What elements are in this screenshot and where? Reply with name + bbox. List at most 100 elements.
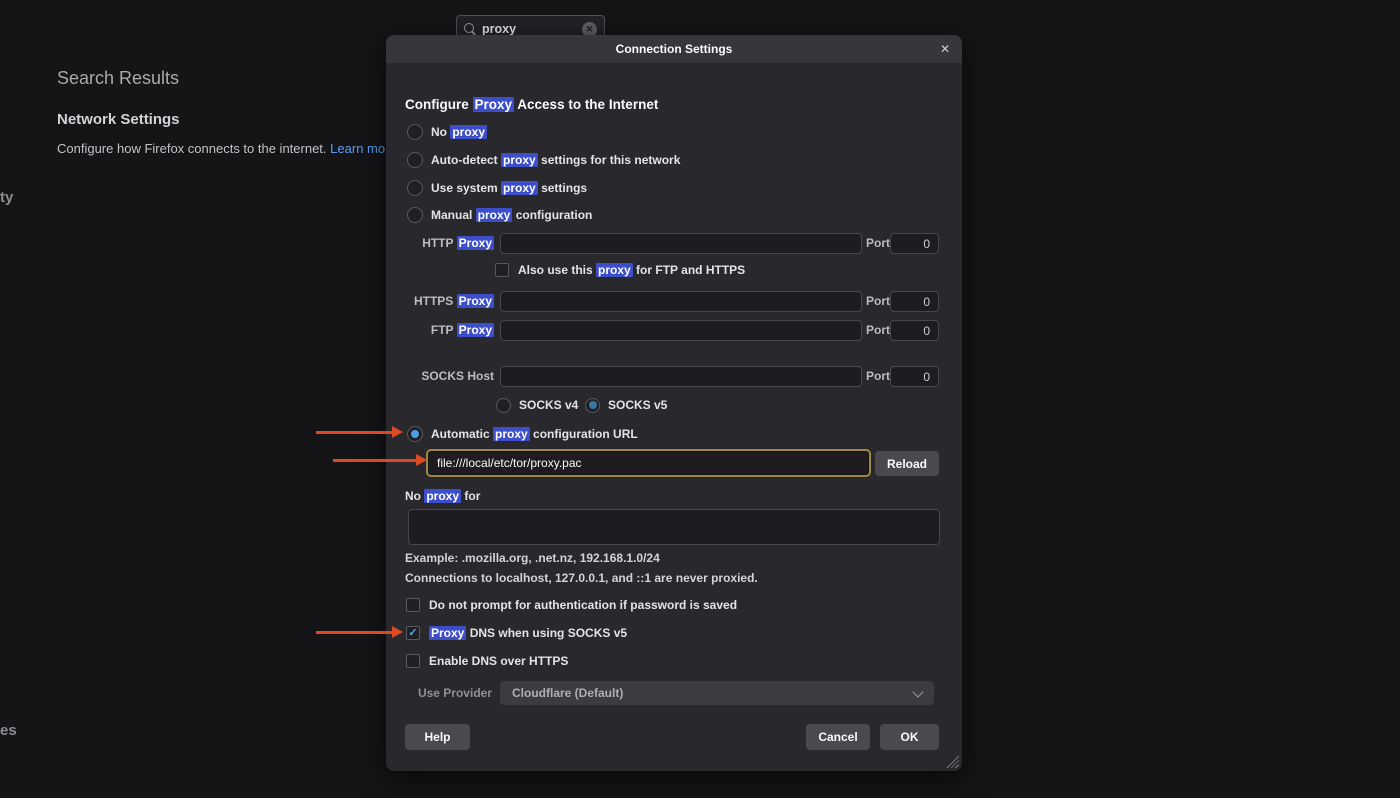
provider-dropdown[interactable]: Cloudflare (Default) <box>500 681 934 705</box>
t2: DNS when using SOCKS v5 <box>466 626 627 640</box>
arrow-to-automatic-proxy-radio <box>316 431 392 434</box>
http-proxy-row: HTTP Proxy Port <box>386 233 962 254</box>
h: Proxy <box>457 236 494 250</box>
dialog-footer: Help Cancel OK <box>386 724 962 750</box>
proxy-url-row: Reload <box>386 450 962 477</box>
reload-button[interactable]: Reload <box>875 451 939 476</box>
radio-system-proxy[interactable]: Use system proxy settings <box>407 180 962 196</box>
radio-icon[interactable] <box>585 398 600 413</box>
arrow-to-proxy-url-field <box>333 459 416 462</box>
radio-no-proxy[interactable]: No proxy <box>407 124 962 140</box>
h: Proxy <box>429 626 466 640</box>
ftp-proxy-label: FTP Proxy <box>405 320 494 341</box>
radio-label: Automatic proxy configuration URL <box>431 427 638 441</box>
https-proxy-input[interactable] <box>500 291 862 312</box>
proxy-url-input[interactable] <box>428 451 869 475</box>
radio-label: SOCKS v5 <box>608 398 667 412</box>
close-icon[interactable]: ✕ <box>940 35 950 63</box>
https-proxy-label: HTTPS Proxy <box>405 291 494 312</box>
checkbox-checked-icon[interactable]: ✓ <box>406 626 420 640</box>
heading-text-post: Access to the Internet <box>514 97 658 112</box>
t: Do not prompt for authentication if pass… <box>429 598 737 612</box>
resize-grip[interactable] <box>946 755 959 768</box>
heading-highlight: Proxy <box>473 97 515 112</box>
radio-label: Auto-detect proxy settings for this netw… <box>431 153 680 167</box>
t: Auto-detect <box>431 153 501 167</box>
enable-doh-checkbox-row[interactable]: Enable DNS over HTTPS <box>406 654 962 668</box>
radio-icon[interactable] <box>496 398 511 413</box>
https-proxy-row: HTTPS Proxy Port <box>386 291 962 312</box>
dialog-title: Connection Settings <box>386 35 962 63</box>
ftp-proxy-input[interactable] <box>500 320 862 341</box>
radio-label: Manual proxy configuration <box>431 208 592 222</box>
checkbox-label: Do not prompt for authentication if pass… <box>429 598 737 612</box>
radio-icon[interactable] <box>407 426 423 442</box>
radio-icon[interactable] <box>407 152 423 168</box>
no-proxy-for-label: No proxy for <box>405 489 962 503</box>
screen: ty es Search Results Network Settings Co… <box>0 0 1400 798</box>
learn-more-link[interactable]: Learn mor <box>330 141 389 156</box>
http-proxy-input[interactable] <box>500 233 862 254</box>
t: Automatic <box>431 427 493 441</box>
radio-icon[interactable] <box>407 207 423 223</box>
chevron-down-icon <box>912 686 923 697</box>
ok-button[interactable]: OK <box>880 724 939 750</box>
network-settings-heading: Network Settings <box>57 111 180 128</box>
provider-selected-value: Cloudflare (Default) <box>512 686 623 700</box>
h: proxy <box>493 427 530 441</box>
http-port-input[interactable] <box>890 233 939 254</box>
h: proxy <box>476 208 513 222</box>
also-use-proxy-checkbox-row[interactable]: Also use this proxy for FTP and HTTPS <box>495 263 962 277</box>
h: Proxy <box>457 323 494 337</box>
no-prompt-auth-checkbox-row[interactable]: Do not prompt for authentication if pass… <box>406 598 962 612</box>
checkbox-icon[interactable] <box>406 598 420 612</box>
proxy-dns-socks5-checkbox-row[interactable]: ✓ Proxy DNS when using SOCKS v5 <box>406 626 962 640</box>
dialog-header: Connection Settings ✕ <box>386 35 962 63</box>
http-port-label: Port <box>866 233 890 254</box>
description-text: Configure how Firefox connects to the in… <box>57 141 327 156</box>
t: HTTP <box>422 236 456 250</box>
sidebar-item-extensions-themes-fragment[interactable]: es <box>0 722 17 739</box>
socks-host-input[interactable] <box>500 366 862 387</box>
ftp-proxy-row: FTP Proxy Port <box>386 320 962 341</box>
t: SOCKS Host <box>421 369 494 383</box>
radio-auto-detect-proxy[interactable]: Auto-detect proxy settings for this netw… <box>407 152 962 168</box>
https-port-label: Port <box>866 291 890 312</box>
search-results-heading: Search Results <box>57 68 179 89</box>
radio-label: Use system proxy settings <box>431 181 587 195</box>
t: Enable DNS over HTTPS <box>429 654 568 668</box>
h: proxy <box>450 125 487 139</box>
help-button[interactable]: Help <box>405 724 470 750</box>
network-settings-description: Configure how Firefox connects to the in… <box>57 141 389 156</box>
checkbox-icon[interactable] <box>406 654 420 668</box>
no-proxy-for-textarea[interactable] <box>408 509 940 545</box>
radio-automatic-proxy-url[interactable]: Automatic proxy configuration URL <box>407 426 962 442</box>
cancel-button[interactable]: Cancel <box>806 724 870 750</box>
checkbox-icon[interactable] <box>495 263 509 277</box>
localhost-note: Connections to localhost, 127.0.0.1, and… <box>405 571 962 585</box>
ftp-port-input[interactable] <box>890 320 939 341</box>
example-note: Example: .mozilla.org, .net.nz, 192.168.… <box>405 551 962 565</box>
sidebar-item-privacy-security-fragment[interactable]: ty <box>0 189 13 206</box>
radio-icon[interactable] <box>407 180 423 196</box>
radio-label: No proxy <box>431 125 487 139</box>
connection-settings-dialog: Connection Settings ✕ Configure Proxy Ac… <box>386 35 962 771</box>
t2: settings for this network <box>538 153 681 167</box>
http-proxy-label: HTTP Proxy <box>405 233 494 254</box>
radio-socks-v5[interactable]: SOCKS v5 <box>585 397 962 413</box>
h: Proxy <box>457 294 494 308</box>
t2: settings <box>538 181 587 195</box>
t2: for <box>461 489 480 503</box>
t: HTTPS <box>414 294 457 308</box>
radio-manual-proxy[interactable]: Manual proxy configuration <box>407 207 962 223</box>
search-input[interactable] <box>482 22 576 36</box>
t: No <box>405 489 424 503</box>
https-port-input[interactable] <box>890 291 939 312</box>
t: Use system <box>431 181 501 195</box>
socks-port-input[interactable] <box>890 366 939 387</box>
no-proxy-for-row <box>386 509 962 545</box>
radio-icon[interactable] <box>407 124 423 140</box>
t2: for FTP and HTTPS <box>633 263 745 277</box>
arrow-to-proxy-dns-checkbox <box>316 631 392 634</box>
t2: configuration URL <box>530 427 638 441</box>
